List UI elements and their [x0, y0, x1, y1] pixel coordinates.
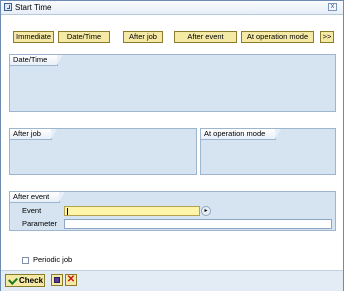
after-job-section: After job [9, 128, 197, 175]
date-time-section: Date/Time [9, 54, 336, 112]
check-button[interactable]: Check [5, 274, 45, 287]
parameter-input[interactable] [64, 219, 332, 229]
dialog-content: Immediate Date/Time After job After even… [4, 17, 340, 271]
save-button[interactable] [51, 274, 63, 286]
dialog-title: Start Time [15, 3, 52, 12]
at-operation-mode-button[interactable]: At operation mode [241, 31, 314, 43]
cancel-icon: ✕ [66, 274, 76, 285]
event-input[interactable] [64, 206, 200, 216]
periodic-job-checkbox[interactable] [22, 257, 29, 264]
after-job-button[interactable]: After job [123, 31, 163, 43]
parameter-label: Parameter [22, 219, 58, 228]
after-job-section-label: After job [10, 129, 57, 140]
after-event-button[interactable]: After event [174, 31, 237, 43]
date-time-section-label: Date/Time [10, 55, 64, 66]
close-button[interactable]: x [328, 3, 337, 11]
check-button-label: Check [19, 276, 44, 285]
save-icon [54, 277, 60, 283]
after-event-section-label: After event [10, 192, 66, 203]
date-time-button[interactable]: Date/Time [58, 31, 110, 43]
start-time-dialog: Start Time x Immediate Date/Time After j… [0, 0, 344, 291]
more-button[interactable]: >> [320, 31, 334, 43]
event-label: Event [22, 206, 42, 215]
title-bar: Start Time x [1, 1, 343, 15]
dialog-footer: Check ✕ [1, 270, 343, 291]
after-event-section: After event Event ▸ Parameter [9, 191, 336, 231]
text-cursor [67, 208, 68, 215]
cancel-button[interactable]: ✕ [65, 274, 77, 286]
dialog-icon [4, 3, 12, 11]
checkmark-icon [8, 275, 18, 285]
at-operation-mode-section-label: At operation mode [201, 129, 282, 140]
value-help-icon[interactable]: ▸ [201, 206, 211, 216]
at-operation-mode-section: At operation mode [200, 128, 336, 175]
immediate-button[interactable]: Immediate [13, 31, 54, 43]
periodic-job-label: Periodic job [33, 255, 73, 264]
